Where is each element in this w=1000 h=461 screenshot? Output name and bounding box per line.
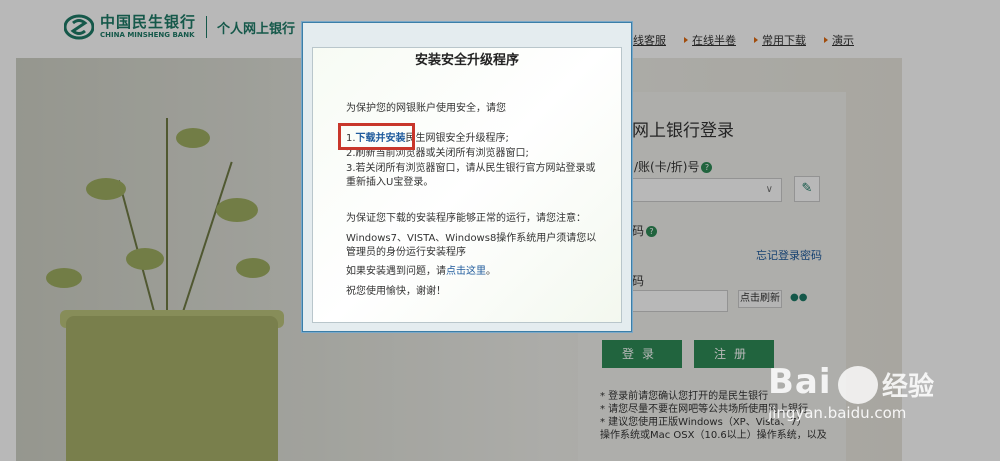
watermark-url: jingyan.baidu.com <box>768 404 907 422</box>
watermark-brand: Bai <box>768 362 832 402</box>
dialog-step-3b: 重新插入U宝登录。 <box>346 177 434 188</box>
click-here-link[interactable]: 点击这里 <box>446 266 486 277</box>
dialog-intro: 为保护您的网银账户使用安全，请您 <box>346 103 506 114</box>
dialog-title: 安装安全升级程序 <box>414 53 519 68</box>
dialog-note-line-2: 管理员的身份运行安装程序 <box>346 247 466 258</box>
baidu-jingyan-watermark: Bai 经验 jingyan.baidu.com <box>768 362 998 422</box>
dialog-help: 如果安装遇到问题，请点击这里。 <box>346 266 496 277</box>
dialog-closing: 祝您使用愉快，谢谢！ <box>346 286 446 297</box>
dialog-note-intro: 为保证您下载的安装程序能够正常的运行，请您注意： <box>346 213 586 224</box>
dialog-step-3a: 3.若关闭所有浏览器窗口，请从民生银行官方网站登录或 <box>346 163 596 174</box>
highlight-box <box>338 123 415 150</box>
watermark-brand-2: 经验 <box>882 372 935 402</box>
dialog-note-line-1: Windows7、VISTA、Windows8操作系统用户须请您以 <box>346 233 597 244</box>
baidu-paw-icon <box>838 366 878 404</box>
